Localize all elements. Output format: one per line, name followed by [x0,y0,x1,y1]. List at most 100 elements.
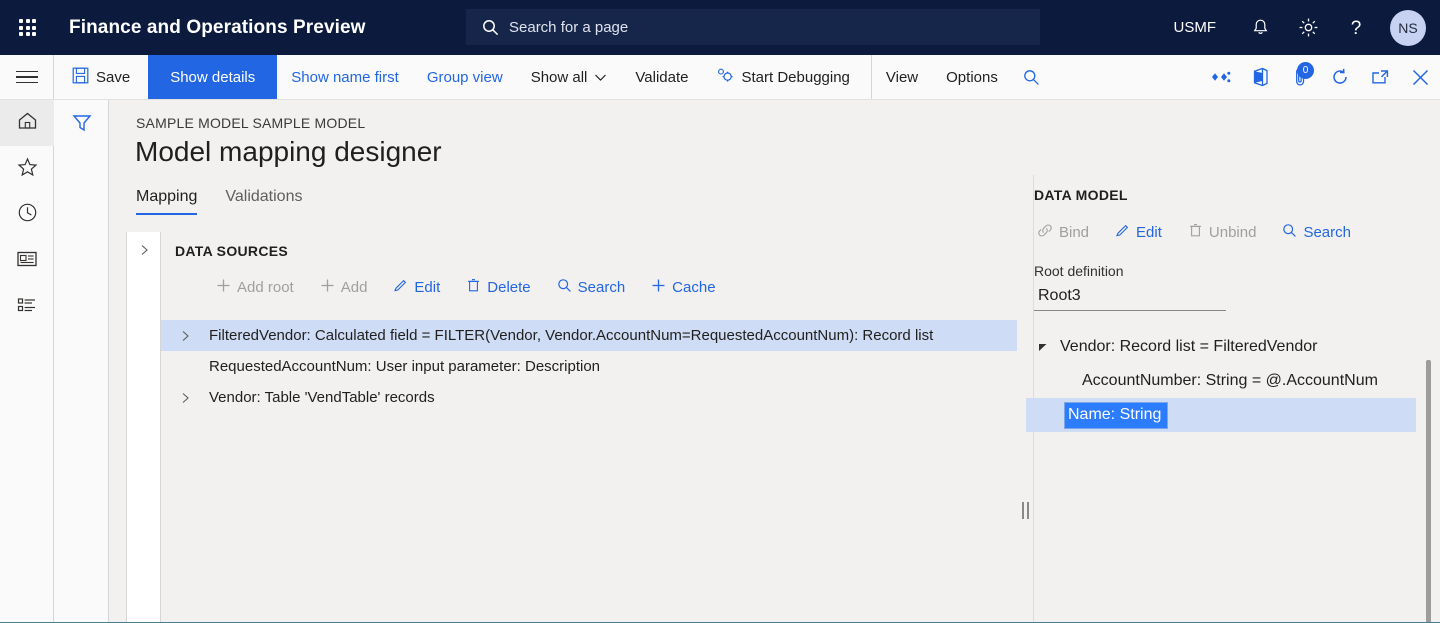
show-name-first-button[interactable]: Show name first [277,55,413,99]
start-debugging-button[interactable]: Start Debugging [702,55,863,99]
show-all-label: Show all [530,68,588,86]
bell-icon[interactable] [1236,0,1284,55]
start-debugging-label: Start Debugging [741,68,850,86]
search-icon [557,278,572,297]
add-label: Add [340,279,368,296]
tree-item-label: Vendor: Record list = FilteredVendor [1060,338,1318,355]
rail-item-recent[interactable] [0,192,54,238]
cache-button[interactable]: Cache [638,272,728,303]
search-icon [1282,223,1297,242]
rail-item-favorites[interactable] [0,146,54,192]
data-sources-expander[interactable] [126,232,161,623]
waffle-grid-icon[interactable] [0,0,55,55]
chevron-down-icon [594,69,607,86]
tree-item-rename-input[interactable]: Name: String [1064,401,1168,429]
home-icon [17,111,38,136]
attachments-icon[interactable]: 0 [1280,55,1320,100]
close-icon[interactable] [1400,55,1440,100]
data-sources-heading: DATA SOURCES [175,243,289,259]
tree-item[interactable]: Vendor: Record list = FilteredVendor [1026,330,1416,364]
save-disk-icon [72,67,89,88]
hamburger-menu-icon[interactable] [0,55,54,99]
workspaces-icon [16,250,38,273]
add-root-button[interactable]: Add root [203,272,307,303]
save-button[interactable]: Save [54,55,148,99]
data-model-tree: Vendor: Record list = FilteredVendor Acc… [1026,330,1416,432]
question-mark-icon[interactable]: ? [1332,0,1380,55]
add-root-label: Add root [237,279,294,296]
bind-button[interactable]: Bind [1024,217,1102,248]
office-app-icon[interactable] [1240,55,1280,100]
avatar[interactable]: NS [1390,9,1426,46]
command-bar-right-icons: 0 [1200,55,1440,99]
rail-item-workspaces[interactable] [0,238,54,284]
table-row[interactable]: Vendor: Table 'VendTable' records [161,382,1017,413]
pencil-icon [1115,223,1130,242]
tab-validations[interactable]: Validations [225,188,302,215]
data-source-label: FilteredVendor: Calculated field = FILTE… [209,327,934,344]
company-selector[interactable]: USMF [1154,19,1237,36]
show-details-button[interactable]: Show details [148,55,278,99]
debug-gear-icon [716,67,734,87]
modules-list-icon [16,296,38,319]
rail-item-home[interactable] [0,100,54,146]
tree-item[interactable]: AccountNumber: String = @.AccountNum [1026,364,1416,398]
tree-item-rename-selected-text: Name: String [1065,406,1162,424]
plus-icon [216,278,231,297]
chevron-right-icon[interactable] [161,392,209,404]
gear-icon[interactable] [1284,0,1332,55]
data-source-label: RequestedAccountNum: User input paramete… [209,358,601,375]
chevron-down-filled-icon[interactable] [1026,341,1060,353]
data-sources-tree: FilteredVendor: Calculated field = FILTE… [161,320,1017,413]
table-row[interactable]: FilteredVendor: Calculated field = FILTE… [161,320,1017,351]
data-sources-toolbar: Add root Add Edit Delete Search Cache [203,272,729,303]
edit-button[interactable]: Edit [380,272,453,303]
cache-label: Cache [672,279,716,296]
show-all-dropdown[interactable]: Show all [517,55,622,99]
root-definition-label: Root definition [1034,263,1124,279]
page-tabs: Mapping Validations [136,188,302,215]
plus-icon [651,278,666,297]
breadcrumb: SAMPLE MODEL SAMPLE MODEL [136,115,366,131]
chevron-right-icon[interactable] [161,330,209,342]
global-search-box[interactable]: Search for a page [466,9,1040,45]
search-button[interactable]: Search [1269,217,1364,248]
options-menu[interactable]: Options [932,55,1012,99]
trash-icon [1188,223,1203,242]
tab-mapping[interactable]: Mapping [136,188,198,215]
unbind-button[interactable]: Unbind [1175,217,1270,248]
top-bar-right-group: USMF ? NS [1154,0,1440,55]
attachment-count-badge: 0 [1297,61,1314,79]
data-model-panel: DATA MODEL Bind Edit Unbind Search Root … [1026,175,1440,623]
root-definition-input[interactable] [1034,283,1226,311]
data-model-scrollbar-thumb[interactable] [1426,360,1431,623]
app-title: Finance and Operations Preview [69,16,366,38]
main-content-area: SAMPLE MODEL SAMPLE MODEL Model mapping … [109,100,1440,623]
trash-icon [466,278,481,297]
group-view-button[interactable]: Group view [413,55,517,99]
view-menu[interactable]: View [870,55,932,99]
recent-clock-icon [17,202,38,228]
refresh-icon[interactable] [1320,55,1360,100]
open-in-new-window-icon[interactable] [1360,55,1400,100]
left-navigation-rail [0,100,54,623]
chevron-right-icon [139,243,149,623]
page-title: Model mapping designer [135,136,442,167]
table-row[interactable]: RequestedAccountNum: User input paramete… [161,351,1017,382]
svg-text:?: ? [1351,18,1362,39]
delete-label: Delete [487,279,531,296]
search-icon[interactable] [1012,55,1052,100]
delete-button[interactable]: Delete [453,272,543,303]
search-button[interactable]: Search [544,272,639,303]
tree-item-editing[interactable]: Name: String [1026,398,1416,432]
filter-column [54,100,109,623]
data-sources-panel: DATA SOURCES Add root Add Edit Delete Se… [161,232,1017,623]
diamond-links-icon[interactable] [1200,55,1240,100]
filter-funnel-icon[interactable] [54,100,109,146]
validate-button[interactable]: Validate [621,55,702,99]
data-model-toolbar: Bind Edit Unbind Search [1024,217,1364,248]
edit-label: Edit [1136,224,1162,241]
add-button[interactable]: Add [307,272,381,303]
edit-button[interactable]: Edit [1102,217,1175,248]
rail-item-modules[interactable] [0,284,54,330]
